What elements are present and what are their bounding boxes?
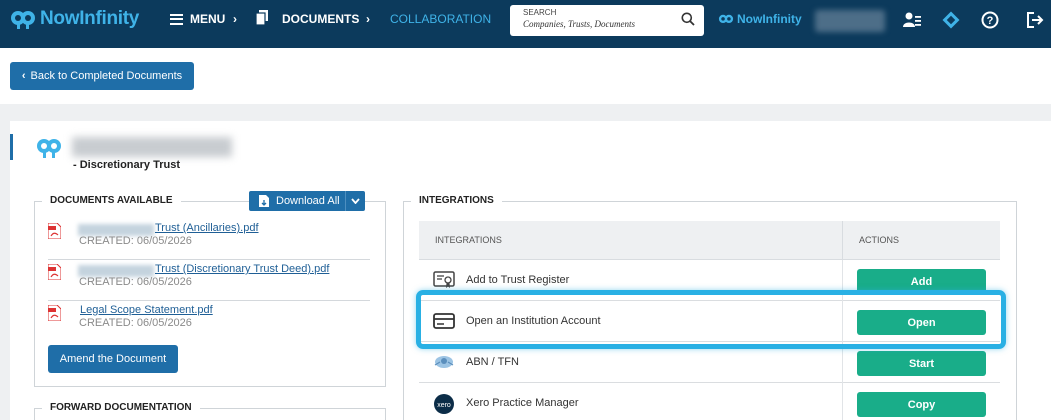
document-list-item: Trust (Ancillaries).pdf CREATED: 06/05/2… bbox=[47, 221, 370, 261]
divider bbox=[48, 300, 370, 301]
download-file-icon bbox=[259, 195, 269, 207]
breadcrumb-collaboration-label: COLLABORATION bbox=[390, 12, 492, 26]
brand-logo-secondary-icon bbox=[718, 14, 734, 23]
integration-label: Add to Trust Register bbox=[466, 274, 570, 286]
pdf-file-icon bbox=[47, 222, 62, 240]
trust-entity-icon bbox=[34, 137, 64, 159]
brand-logo-icon bbox=[10, 8, 36, 30]
svg-text:?: ? bbox=[987, 15, 994, 27]
document-card: - Discretionary Trust DOCUMENTS AVAILABL… bbox=[10, 121, 1051, 420]
document-link[interactable]: Legal Scope Statement.pdf bbox=[80, 304, 213, 316]
table-row: Add to Trust Register Add bbox=[419, 260, 1000, 301]
divider bbox=[842, 260, 843, 301]
document-created-date: CREATED: 06/05/2026 bbox=[79, 276, 192, 288]
forward-documentation-title: FORWARD DOCUMENTATION bbox=[42, 402, 200, 413]
user-list-icon[interactable] bbox=[903, 11, 921, 29]
search-input[interactable]: Companies, Trusts, Documents bbox=[523, 19, 635, 29]
breadcrumb-documents[interactable]: DOCUMENTS bbox=[255, 9, 360, 26]
document-link[interactable]: Trust (Ancillaries).pdf bbox=[155, 222, 259, 234]
document-link[interactable]: Trust (Discretionary Trust Deed).pdf bbox=[155, 263, 329, 275]
table-header: INTEGRATIONS ACTIONS bbox=[419, 221, 1000, 260]
copy-button[interactable]: Copy bbox=[857, 392, 986, 417]
divider bbox=[842, 383, 843, 420]
integrations-column-header: INTEGRATIONS bbox=[435, 235, 502, 245]
table-row: xero Xero Practice Manager Copy bbox=[419, 383, 1000, 420]
brand-logo-secondary[interactable]: NowInfinity bbox=[718, 12, 802, 26]
pdf-file-icon bbox=[47, 304, 62, 322]
search-field[interactable]: SEARCH Companies, Trusts, Documents bbox=[510, 5, 704, 36]
xero-icon: xero bbox=[433, 394, 455, 414]
pdf-file-icon bbox=[47, 263, 62, 281]
card-icon bbox=[433, 312, 455, 330]
entity-type: - Discretionary Trust bbox=[73, 159, 180, 171]
breadcrumb-documents-label: DOCUMENTS bbox=[282, 12, 360, 26]
diamond-icon[interactable] bbox=[942, 11, 960, 29]
back-to-completed-documents-button[interactable]: ‹ Back to Completed Documents bbox=[10, 62, 194, 90]
divider bbox=[842, 221, 843, 260]
add-button[interactable]: Add bbox=[857, 269, 986, 294]
amend-document-label: Amend the Document bbox=[59, 353, 167, 365]
search-label: SEARCH bbox=[523, 8, 557, 17]
abn-crest-icon bbox=[433, 353, 455, 371]
chevron-left-icon: ‹ bbox=[21, 70, 26, 82]
help-icon[interactable]: ? bbox=[981, 11, 999, 29]
brand-name: NowInfinity bbox=[40, 8, 140, 29]
integration-label: ABN / TFN bbox=[466, 356, 519, 368]
hamburger-icon bbox=[170, 13, 183, 25]
top-navigation-bar: NowInfinity MENU › DOCUMENTS › COLLABORA… bbox=[0, 0, 1051, 48]
entity-name-redacted bbox=[72, 137, 232, 157]
action-bar: ‹ Back to Completed Documents bbox=[0, 48, 1051, 104]
menu-button[interactable]: MENU bbox=[170, 12, 225, 26]
breadcrumb-chevron-icon: › bbox=[233, 12, 237, 26]
amend-document-button[interactable]: Amend the Document bbox=[48, 345, 178, 373]
card-accent-bar bbox=[10, 134, 13, 160]
documents-icon bbox=[255, 10, 268, 26]
chevron-down-icon[interactable] bbox=[345, 191, 365, 211]
breadcrumb-chevron-icon: › bbox=[366, 12, 370, 26]
actions-column-header: ACTIONS bbox=[859, 235, 900, 245]
svg-text:xero: xero bbox=[437, 402, 451, 409]
open-button[interactable]: Open bbox=[857, 310, 986, 335]
brand-name-secondary: NowInfinity bbox=[737, 12, 802, 26]
download-all-label: Download All bbox=[276, 195, 340, 207]
divider bbox=[842, 301, 843, 342]
integration-label: Xero Practice Manager bbox=[466, 397, 579, 409]
logout-icon[interactable] bbox=[1026, 11, 1044, 29]
back-button-label: Back to Completed Documents bbox=[30, 70, 183, 82]
certificate-icon bbox=[433, 271, 455, 289]
brand-logo[interactable]: NowInfinity bbox=[10, 8, 139, 30]
divider bbox=[842, 342, 843, 383]
divider bbox=[48, 259, 370, 260]
document-created-date: CREATED: 06/05/2026 bbox=[79, 235, 192, 247]
document-list-item: Trust (Discretionary Trust Deed).pdf CRE… bbox=[47, 262, 370, 302]
document-created-date: CREATED: 06/05/2026 bbox=[79, 317, 192, 329]
integration-label: Open an Institution Account bbox=[466, 315, 601, 327]
document-list-item: Legal Scope Statement.pdf CREATED: 06/05… bbox=[47, 303, 370, 343]
breadcrumb-collaboration[interactable]: COLLABORATION bbox=[390, 12, 491, 26]
search-icon[interactable] bbox=[681, 12, 695, 26]
table-row: Open an Institution Account Open bbox=[419, 301, 1000, 342]
start-button[interactable]: Start bbox=[857, 351, 986, 376]
user-account-name[interactable] bbox=[815, 10, 885, 32]
documents-available-title: DOCUMENTS AVAILABLE bbox=[42, 195, 181, 206]
integrations-table: INTEGRATIONS ACTIONS Add to Trust Regist… bbox=[419, 221, 1000, 420]
download-all-button[interactable]: Download All bbox=[249, 191, 365, 211]
table-row: ABN / TFN Start bbox=[419, 342, 1000, 383]
menu-label: MENU bbox=[190, 12, 226, 26]
integrations-title: INTEGRATIONS bbox=[411, 195, 502, 206]
